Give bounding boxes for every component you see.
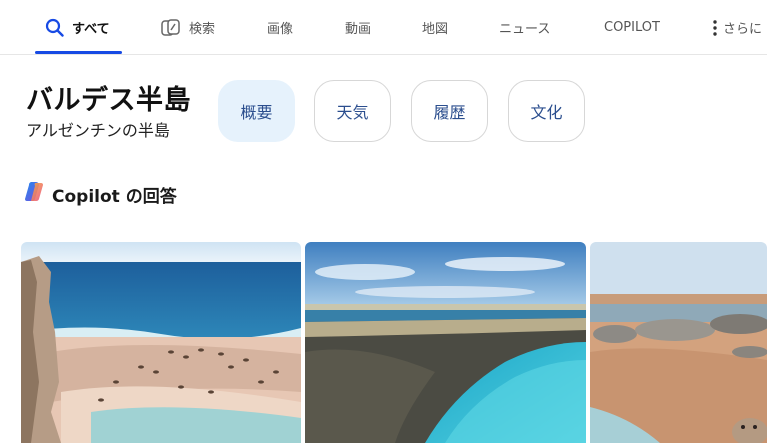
tab-more[interactable]: さらに [713, 0, 762, 55]
canyon-coast-image[interactable] [305, 242, 586, 443]
pill-culture[interactable]: 文化 [508, 80, 585, 142]
tab-videos[interactable]: 動画 [345, 0, 371, 55]
entity-subtitle: アルゼンチンの半島 [26, 121, 170, 140]
top-nav: すべて 検索 画像 動画 地図 ニュース COPILOT さらに [0, 0, 767, 55]
elephant-seals-beach-image[interactable] [590, 242, 767, 443]
copilot-answer-heading: Copilot の回答 [22, 181, 177, 207]
copilot-logo-icon [22, 180, 46, 208]
tab-label: すべて [72, 22, 110, 37]
search-icon [45, 18, 64, 37]
more-vertical-icon [713, 19, 717, 36]
pill-history[interactable]: 履歴 [411, 80, 488, 142]
pill-weather[interactable]: 天気 [314, 80, 391, 142]
tab-images[interactable]: 画像 [267, 0, 293, 55]
tab-news[interactable]: ニュース [499, 0, 550, 55]
copilot-search-icon [161, 18, 181, 37]
tab-label: 地図 [422, 22, 449, 37]
tab-label: 検索 [189, 22, 216, 37]
active-tab-indicator [35, 51, 122, 54]
tab-label: COPILOT [604, 20, 660, 35]
tab-all[interactable]: すべて [45, 0, 110, 55]
tab-label: 画像 [267, 22, 294, 37]
tab-search[interactable]: 検索 [161, 0, 215, 55]
tab-copilot[interactable]: COPILOT [604, 0, 660, 55]
copilot-heading-label: Copilot の回答 [52, 186, 177, 207]
tab-maps[interactable]: 地図 [422, 0, 448, 55]
tab-label: さらに [723, 22, 763, 37]
coastal-cliff-sea-lions-image[interactable] [21, 242, 301, 443]
tab-label: 動画 [345, 22, 372, 37]
tab-label: ニュース [499, 22, 551, 37]
entity-title: バルデス半島 [26, 85, 191, 116]
pill-overview[interactable]: 概要 [218, 80, 295, 142]
